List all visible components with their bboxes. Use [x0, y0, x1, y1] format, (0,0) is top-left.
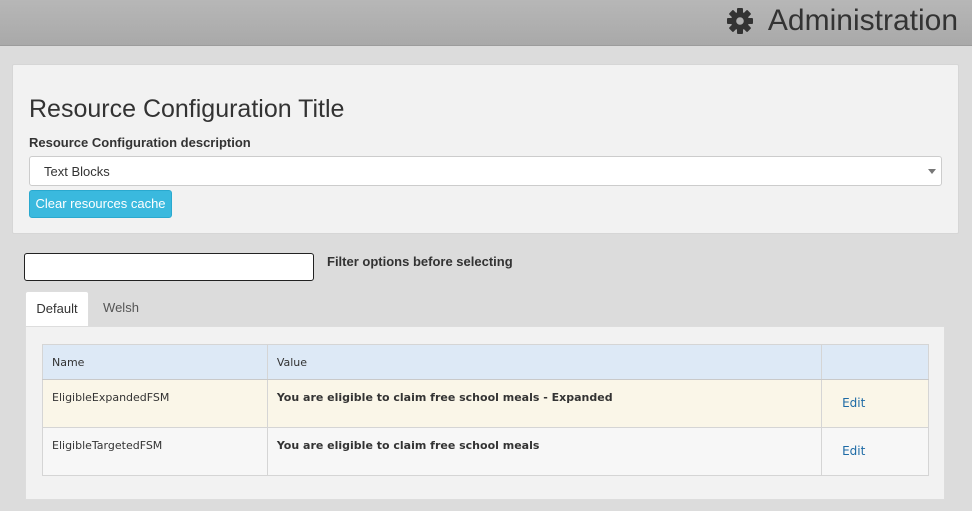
clear-cache-button[interactable]: Clear resources cache	[29, 190, 172, 218]
table-header-row: Name Value	[42, 344, 929, 380]
config-description-label: Resource Configuration description	[29, 135, 251, 150]
caret-down-icon	[928, 169, 936, 174]
tab-welsh[interactable]: Welsh	[90, 291, 152, 326]
gear-icon	[726, 7, 754, 35]
row-name: EligibleTargetedFSM	[42, 427, 268, 476]
edit-link[interactable]: Edit	[842, 444, 865, 458]
edit-link[interactable]: Edit	[842, 396, 865, 410]
admin-header: Administration	[726, 2, 958, 40]
header-value: Value	[266, 344, 823, 380]
admin-title: Administration	[767, 4, 958, 37]
header-actions	[821, 344, 929, 380]
row-name: EligibleExpandedFSM	[42, 379, 268, 428]
row-value: You are eligible to claim free school me…	[266, 379, 823, 428]
resource-select-value: Text Blocks	[44, 164, 110, 179]
row-action-cell: Edit	[821, 427, 929, 476]
row-value: You are eligible to claim free school me…	[266, 427, 823, 476]
header-name: Name	[42, 344, 268, 380]
filter-input[interactable]	[24, 253, 314, 281]
resource-select[interactable]: Text Blocks	[29, 156, 942, 186]
filter-label: Filter options before selecting	[327, 254, 513, 269]
table-row: EligibleExpandedFSM You are eligible to …	[42, 379, 929, 428]
resources-table: Name Value EligibleExpandedFSM You are e…	[42, 344, 929, 476]
resource-config-panel: Resource Configuration Title Resource Co…	[12, 64, 959, 234]
row-action-cell: Edit	[821, 379, 929, 428]
table-row: EligibleTargetedFSM You are eligible to …	[42, 427, 929, 476]
table-panel: Name Value EligibleExpandedFSM You are e…	[25, 326, 945, 500]
top-bar: Administration	[0, 0, 972, 46]
tab-default[interactable]: Default	[25, 291, 89, 326]
page-title: Resource Configuration Title	[29, 95, 345, 123]
